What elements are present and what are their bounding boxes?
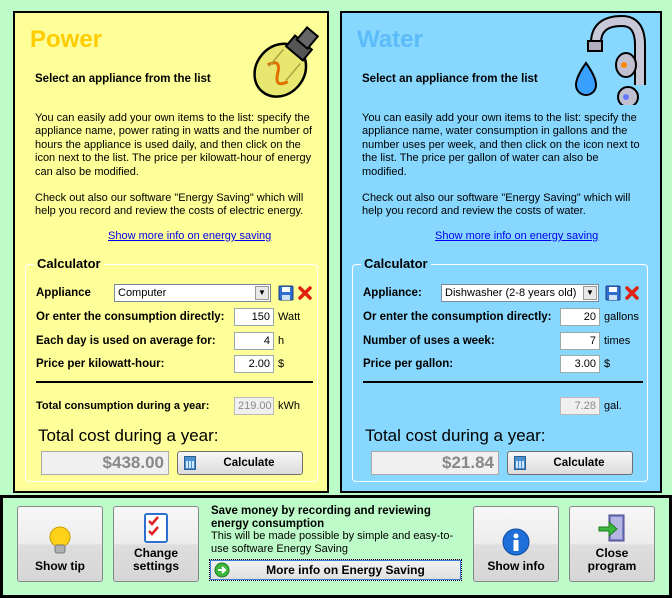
bottom-frame-top <box>0 495 672 498</box>
power-total-cost-label: Total cost during a year: <box>38 426 219 445</box>
water-usage-unit: times <box>604 335 631 347</box>
water-price-label: Price per gallon: <box>363 358 454 370</box>
water-price-unit: $ <box>604 358 611 370</box>
info-icon <box>502 528 530 556</box>
water-subtitle: Select an appliance from the list <box>362 73 538 85</box>
power-panel: Power Select an appliance from the list … <box>13 11 329 493</box>
show-info-button[interactable]: Show info <box>473 506 559 582</box>
water-consumption-input[interactable]: 20 <box>560 308 600 326</box>
delete-icon[interactable] <box>297 285 313 301</box>
power-consumption-unit: Watt <box>278 311 301 323</box>
change-settings-label: Change settings <box>132 546 179 573</box>
water-total-consumption-unit: gal. <box>604 400 622 412</box>
show-info-label: Show info <box>487 559 545 573</box>
power-consumption-input[interactable]: 150 <box>234 308 274 326</box>
delete-icon[interactable] <box>624 285 640 301</box>
power-subtitle: Select an appliance from the list <box>35 73 211 85</box>
save-icon[interactable] <box>605 285 621 301</box>
show-tip-label: Show tip <box>35 559 85 573</box>
power-price-label: Price per kilowatt-hour: <box>36 358 165 370</box>
power-usage-unit: h <box>278 335 285 347</box>
water-consumption-unit: gallons <box>604 311 639 323</box>
power-calculator-legend: Calculator <box>34 256 104 271</box>
water-title: Water <box>357 26 423 53</box>
water-appliance-label: Appliance: <box>363 287 422 299</box>
show-tip-button[interactable]: Show tip <box>17 506 103 582</box>
water-total-cost-value: $21.84 <box>371 451 499 475</box>
water-description: You can easily add your own items to the… <box>362 112 642 232</box>
promo-section: Save money by recording and reviewing en… <box>211 505 467 555</box>
power-price-input[interactable]: 2.00 <box>234 355 274 373</box>
light-bulb-icon <box>253 25 320 98</box>
water-description-p2: Check out also our software "Energy Savi… <box>362 192 631 218</box>
power-calculator: Calculator Appliance Computer ▼ Or enter… <box>25 256 318 482</box>
faucet-icon <box>574 15 646 105</box>
power-divider <box>36 381 313 383</box>
water-price-input[interactable]: 3.00 <box>560 355 600 373</box>
save-icon[interactable] <box>278 285 294 301</box>
power-usage-label: Each day is used on average for: <box>36 335 216 347</box>
exit-door-icon <box>598 514 625 542</box>
chevron-down-icon[interactable]: ▼ <box>255 286 269 300</box>
more-info-label: More info on Energy Saving <box>266 563 425 577</box>
water-calculate-button[interactable]: Calculate <box>507 451 633 475</box>
water-more-info-link[interactable]: Show more info on energy saving <box>435 230 598 242</box>
water-divider <box>363 381 643 383</box>
water-appliance-select[interactable]: Dishwasher (2-8 years old) ▼ <box>441 284 599 302</box>
green-arrow-icon <box>214 562 230 578</box>
water-consumption-label: Or enter the consumption directly: <box>363 311 552 323</box>
calculator-icon <box>184 456 196 470</box>
power-price-unit: $ <box>278 358 285 370</box>
power-calculate-label: Calculate <box>223 457 275 469</box>
water-calculator: Calculator Appliance: Dishwasher (2-8 ye… <box>352 256 648 482</box>
power-calculate-button[interactable]: Calculate <box>177 451 303 475</box>
power-description: You can easily add your own items to the… <box>35 112 315 232</box>
power-total-cost-value: $438.00 <box>41 451 169 475</box>
water-total-cost-label: Total cost during a year: <box>365 426 546 445</box>
water-usage-input[interactable]: 7 <box>560 332 600 350</box>
power-appliance-select[interactable]: Computer ▼ <box>114 284 271 302</box>
power-title: Power <box>30 26 103 53</box>
water-panel: Water Select an appliance from the list … <box>340 11 662 493</box>
chevron-down-icon[interactable]: ▼ <box>583 286 597 300</box>
bottom-frame-left <box>0 495 3 598</box>
checklist-icon <box>144 513 168 543</box>
power-consumption-label: Or enter the consumption directly: <box>36 311 225 323</box>
light-bulb-icon <box>49 526 71 554</box>
water-description-p1: You can easily add your own items to the… <box>362 112 640 178</box>
water-appliance-value: Dishwasher (2-8 years old) <box>445 287 577 299</box>
power-total-consumption-unit: kWh <box>278 400 300 412</box>
water-total-consumption-value: 7.28 <box>560 397 600 415</box>
calculator-icon <box>514 456 526 470</box>
power-appliance-label: Appliance <box>36 287 91 299</box>
promo-title: Save money by recording and reviewing en… <box>211 505 431 530</box>
power-total-consumption-label: Total consumption during a year: <box>36 400 210 412</box>
close-program-label: Close program <box>587 546 637 573</box>
change-settings-button[interactable]: Change settings <box>113 506 199 582</box>
power-description-p2: Check out also our software "Energy Savi… <box>35 192 304 218</box>
power-description-p1: You can easily add your own items to the… <box>35 112 312 178</box>
water-calculator-legend: Calculator <box>361 256 431 271</box>
power-appliance-value: Computer <box>118 287 167 299</box>
power-total-consumption-value: 219.00 <box>234 397 274 415</box>
more-info-energy-saving-button[interactable]: More info on Energy Saving <box>209 559 462 581</box>
water-calculate-label: Calculate <box>553 457 605 469</box>
power-usage-input[interactable]: 4 <box>234 332 274 350</box>
power-more-info-link[interactable]: Show more info on energy saving <box>108 230 271 242</box>
water-usage-label: Number of uses a week: <box>363 335 495 347</box>
promo-description: This will be made possible by simple and… <box>211 530 454 555</box>
close-program-button[interactable]: Close program <box>569 506 655 582</box>
